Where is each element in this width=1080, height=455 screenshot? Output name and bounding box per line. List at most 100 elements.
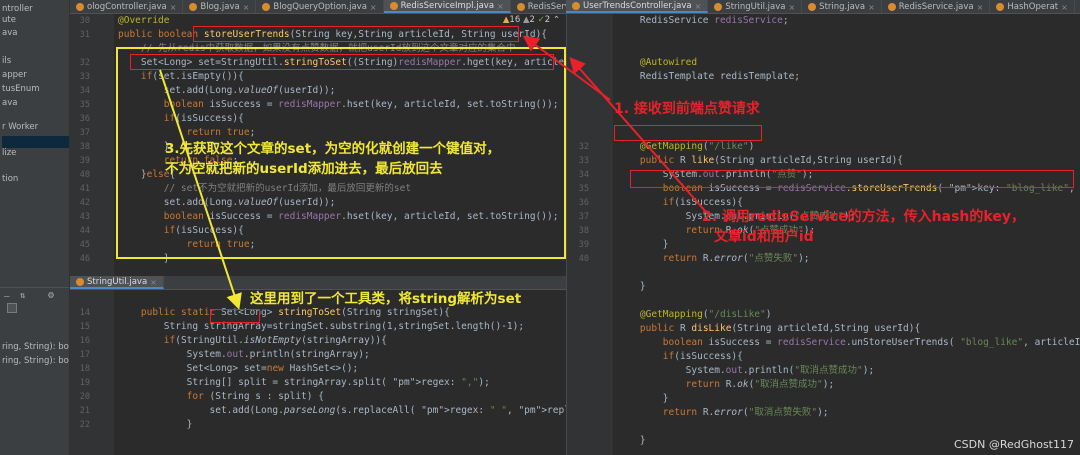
editor-tab[interactable]: BlogQueryOption.java × (256, 0, 384, 13)
sidebar-item[interactable]: ils (2, 56, 11, 66)
code-line[interactable]: String stringArray=stringSet.substring(1… (118, 320, 524, 334)
line-number: 44 (79, 226, 90, 236)
code-line[interactable]: } (617, 238, 669, 252)
editor-tab[interactable]: Blog.java × (183, 0, 257, 13)
line-number: 45 (79, 240, 90, 250)
sidebar-item[interactable]: lize (2, 148, 16, 158)
editor-tab[interactable]: UserTrendsController.java × (566, 0, 709, 13)
java-class-icon (572, 2, 580, 10)
tab-label: String.java (819, 2, 866, 12)
tab-label: RedisServiceImpl.java (400, 1, 495, 11)
code-line[interactable]: for (String s : split) { (118, 390, 324, 404)
line-number: 36 (79, 114, 90, 124)
controller-editor[interactable]: RedisService redisService; @Autowired Re… (566, 14, 1080, 455)
sidebar-item[interactable]: ute (2, 15, 16, 25)
java-class-icon (808, 3, 817, 11)
annotation-4: 这里用到了一个工具类，将string解析为set (250, 291, 522, 307)
java-class-icon (189, 3, 198, 11)
close-icon[interactable]: × (150, 278, 157, 287)
line-number (569, 378, 589, 392)
line-number: 42 (79, 198, 90, 208)
close-icon[interactable]: × (868, 3, 875, 12)
line-number: 34 (79, 86, 90, 96)
typo-icon: ✓ (537, 15, 545, 25)
close-icon[interactable]: × (695, 2, 702, 11)
settings-icon[interactable]: ⚙ (48, 290, 54, 301)
code-line[interactable]: @Override (118, 14, 169, 28)
tab-label: StringUtil.java (87, 277, 148, 287)
code-line[interactable]: String[] split = stringArray.split( "pm"… (118, 376, 490, 390)
chevron-up-icon[interactable]: ⌃ (553, 15, 560, 25)
code-line[interactable]: return R.ok("取消点赞成功"); (617, 378, 835, 392)
code-line[interactable]: @GetMapping("/disLike") (617, 308, 772, 322)
tab-stringutil[interactable]: StringUtil.java × (70, 276, 164, 289)
collapse-icon[interactable]: — (4, 292, 9, 302)
line-number: 43 (79, 212, 90, 222)
java-class-icon (714, 3, 723, 11)
sidebar-item[interactable] (2, 136, 69, 148)
editor-tab[interactable]: ologController.java × (70, 0, 184, 13)
annotation-2-line1: 2. 调用redisService的方法，传入hash的key， (702, 209, 1025, 225)
code-line[interactable]: @Autowired (617, 56, 697, 70)
code-line[interactable]: RedisTemplate redisTemplate; (617, 70, 800, 84)
line-number: 15 (79, 322, 90, 332)
line-number: 46 (79, 254, 90, 264)
editor-tab[interactable]: RedisService.java × (882, 0, 991, 13)
editor-tab[interactable]: Ma× (1075, 0, 1080, 13)
code-line[interactable]: } (617, 392, 669, 406)
code-line[interactable]: if(isSuccess){ (617, 350, 743, 364)
editor-tab[interactable]: HashOperat × (990, 0, 1075, 13)
sidebar-item[interactable]: apper (2, 70, 27, 80)
sidebar-item[interactable]: tusEnum (2, 84, 40, 94)
typo-count: 2 (544, 15, 551, 25)
line-number: 30 (79, 16, 90, 26)
editor-tab[interactable]: RedisServiceImpl.java × (383, 0, 511, 13)
inspection-widget[interactable]: ▲16 ▲2 ✓2 ⌃ (502, 15, 560, 25)
code-line[interactable]: } (118, 418, 193, 432)
code-line[interactable]: public static Set<Long> stringToSet(Stri… (118, 306, 450, 320)
code-line[interactable]: public R disLike(String articleId,String… (617, 322, 920, 336)
line-number: 41 (79, 184, 90, 194)
sidebar-item[interactable]: tion (2, 174, 18, 184)
util-editor[interactable]: 14 public static Set<Long> stringToSet(S… (70, 290, 566, 455)
editor-tab[interactable]: StringUtil.java × (708, 0, 803, 13)
line-number (569, 336, 589, 350)
sidebar-item[interactable]: ava (2, 98, 17, 108)
editor-tab[interactable]: String.java × (802, 0, 882, 13)
code-line[interactable]: } (617, 434, 646, 448)
code-line[interactable]: System.out.println(stringArray); (118, 348, 370, 362)
sidebar-item[interactable]: ring, String): boolea (2, 342, 69, 352)
line-number: 38 (578, 226, 589, 236)
line-number (569, 406, 589, 420)
line-number: 20 (79, 392, 90, 402)
code-line[interactable]: public R like(String articleId,String us… (617, 154, 903, 168)
highlight-getmapping-like (614, 125, 762, 141)
code-line[interactable]: set.add(Long.parseLong(s.replaceAll( "pm… (118, 404, 567, 418)
editor-tab[interactable]: RedisService.j× (511, 0, 566, 13)
code-line[interactable]: @GetMapping("/like") (617, 140, 754, 154)
sidebar-item[interactable]: ava (2, 28, 17, 38)
filter-icon[interactable] (7, 303, 17, 313)
close-icon[interactable]: × (370, 3, 377, 12)
close-icon[interactable]: × (1061, 3, 1068, 12)
code-line[interactable]: } (617, 280, 646, 294)
close-icon[interactable]: × (170, 3, 177, 12)
code-line[interactable]: boolean isSuccess = redisService.unStore… (617, 336, 1080, 350)
line-number: 14 (79, 308, 90, 318)
sidebar-item[interactable]: r Worker (2, 122, 38, 132)
close-icon[interactable]: × (788, 3, 795, 12)
sort-icon[interactable]: ⇅ (20, 291, 25, 301)
line-number (569, 364, 589, 378)
sidebar-item[interactable]: ring, String): boolea (2, 356, 69, 366)
close-icon[interactable]: × (977, 3, 984, 12)
code-line[interactable]: RedisService redisService; (617, 14, 789, 28)
close-icon[interactable]: × (497, 2, 504, 11)
sidebar-item[interactable]: ntroller (2, 4, 33, 14)
code-line[interactable]: System.out.println("取消点赞成功"); (617, 364, 875, 378)
line-number: 22 (79, 420, 90, 430)
code-line[interactable]: return R.error("取消点赞失败"); (617, 406, 829, 420)
close-icon[interactable]: × (243, 3, 250, 12)
code-line[interactable]: return R.error("点赞失败"); (617, 252, 810, 266)
code-line[interactable]: Set<Long> set=new HashSet<>(); (118, 362, 359, 376)
code-line[interactable]: if(StringUtil.isNotEmpty(stringArray)){ (118, 334, 387, 348)
